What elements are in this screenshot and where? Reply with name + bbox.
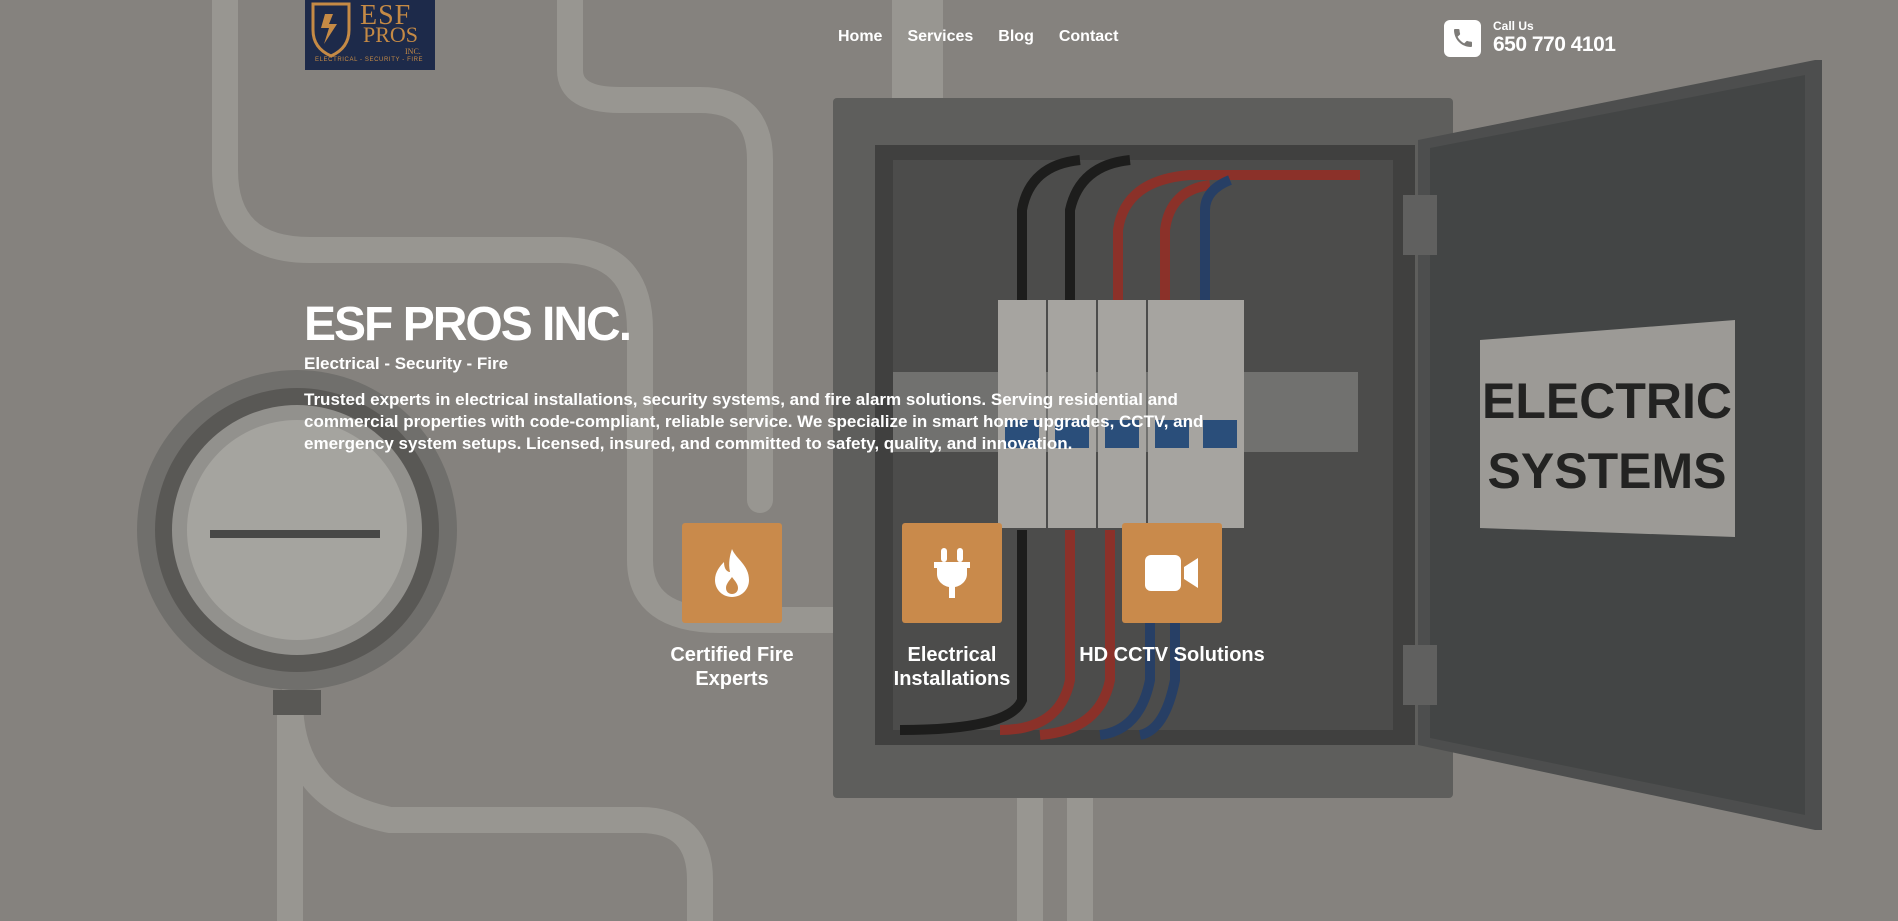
call-us-link[interactable]: Call Us 650 770 4101 bbox=[1444, 19, 1616, 57]
feature-electrical-label: Electrical Installations bbox=[893, 644, 1011, 690]
logo-suffix: INC. bbox=[405, 47, 421, 56]
phone-icon bbox=[1444, 19, 1481, 57]
video-camera-icon bbox=[1122, 523, 1222, 623]
call-number[interactable]: 650 770 4101 bbox=[1493, 33, 1616, 57]
hero-subtitle: Electrical - Security - Fire bbox=[304, 354, 509, 373]
nav-blog[interactable]: Blog bbox=[998, 28, 1034, 46]
feature-fire[interactable]: Certified Fire Experts bbox=[632, 523, 832, 691]
shield-icon bbox=[311, 2, 351, 58]
nav-contact[interactable]: Contact bbox=[1059, 28, 1119, 46]
site-logo[interactable]: ESF PROS INC. ELECTRICAL - SECURITY - FI… bbox=[305, 0, 435, 70]
hero-description: Trusted experts in electrical installati… bbox=[304, 390, 1204, 453]
hero-title: ESF PROS INC. bbox=[304, 298, 632, 351]
feature-cctv[interactable]: HD CCTV Solutions bbox=[1072, 523, 1272, 667]
nav-home[interactable]: Home bbox=[838, 28, 882, 46]
main-nav: Home Services Blog Contact bbox=[838, 28, 1118, 46]
call-text: Call Us 650 770 4101 bbox=[1493, 19, 1616, 57]
call-label: Call Us bbox=[1493, 19, 1534, 33]
feature-cctv-label: HD CCTV Solutions bbox=[1079, 644, 1265, 666]
hero-overlay bbox=[0, 0, 1898, 921]
plug-icon bbox=[902, 523, 1002, 623]
fire-icon bbox=[682, 523, 782, 623]
nav-services[interactable]: Services bbox=[907, 28, 973, 46]
feature-fire-label: Certified Fire Experts bbox=[670, 644, 794, 690]
logo-tagline: ELECTRICAL - SECURITY - FIRE bbox=[315, 57, 424, 63]
logo-name-2: PROS bbox=[363, 22, 419, 47]
feature-electrical[interactable]: Electrical Installations bbox=[852, 523, 1052, 691]
